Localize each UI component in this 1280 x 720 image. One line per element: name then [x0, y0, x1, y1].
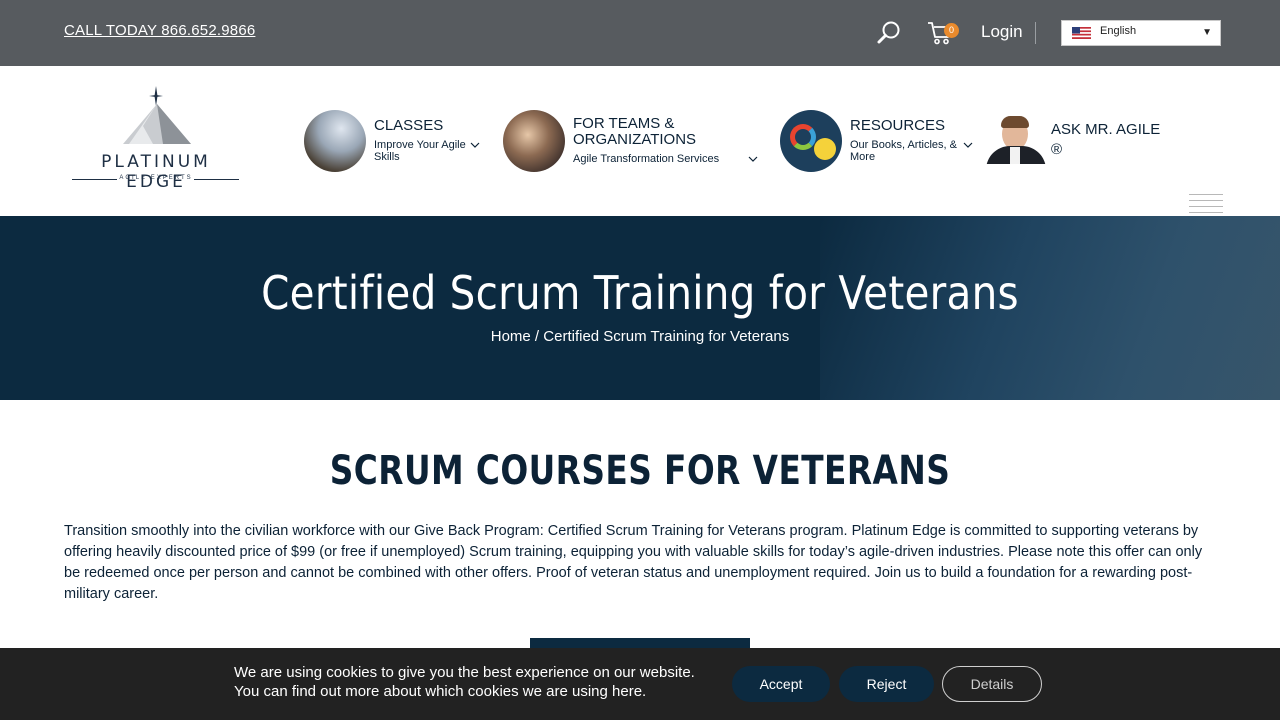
mr-agile-photo	[986, 114, 1046, 164]
login-link[interactable]: Login	[981, 22, 1023, 42]
hero-banner: Certified Scrum Training for Veterans Ho…	[0, 216, 1280, 400]
language-label: English	[1100, 25, 1137, 37]
top-bar: CALL TODAY 866.652.9866 0 Login English …	[0, 0, 1280, 66]
intro-paragraph: Transition smoothly into the civilian wo…	[64, 523, 1203, 602]
nav-classes[interactable]: CLASSES Improve Your Agile Skills	[304, 110, 494, 174]
search-icon[interactable]	[876, 20, 902, 46]
nav-resources[interactable]: RESOURCES Our Books, Articles, & More	[780, 110, 980, 174]
nav-teams-subtitle: Agile Transformation Services	[573, 153, 720, 165]
cookie-line-2: You can find out more about which cookie…	[234, 682, 695, 701]
chevron-down-icon[interactable]	[470, 140, 480, 150]
cookie-details-button[interactable]: Details	[942, 666, 1042, 702]
nav-classes-subtitle: Improve Your Agile Skills	[374, 139, 466, 163]
nav-teams-title: FOR TEAMS & ORGANIZATIONS	[573, 115, 697, 148]
us-flag-icon	[1072, 27, 1091, 39]
divider	[1035, 22, 1036, 44]
chevron-down-icon[interactable]	[963, 140, 973, 150]
nav-ask-mr-agile-title: ASK MR. AGILE ®	[1051, 121, 1161, 158]
chevron-down-icon[interactable]	[748, 154, 758, 164]
breadcrumb-current: Certified Scrum Training for Veterans	[543, 328, 790, 345]
main-header: PLATINUM EDGE AGILE EXPERTS CLASSES Impr…	[0, 66, 1280, 216]
language-select[interactable]: English ▼	[1061, 20, 1221, 46]
menu-hamburger-icon[interactable]	[1189, 194, 1223, 214]
nav-classes-title: CLASSES	[374, 117, 444, 134]
call-phone-link[interactable]: CALL TODAY 866.652.9866	[64, 22, 255, 39]
nav-resources-subtitle: Our Books, Articles, & More	[850, 139, 957, 163]
cookie-line-2-text: You can find out more about which cookie…	[234, 683, 613, 700]
breadcrumb: Home / Certified Scrum Training for Vete…	[0, 328, 1280, 345]
logo[interactable]: PLATINUM EDGE AGILE EXPERTS	[64, 86, 246, 192]
logo-rule-right	[194, 179, 239, 180]
section-heading: SCRUM COURSES FOR VETERANS	[329, 448, 951, 494]
nav-resources-title: RESOURCES	[850, 117, 946, 134]
cookie-line-2-end: .	[642, 683, 647, 700]
breadcrumb-home-link[interactable]: Home	[491, 328, 531, 345]
breadcrumb-separator: /	[530, 328, 544, 345]
cookie-here-link[interactable]: here	[612, 683, 642, 700]
nav-ask-mr-agile[interactable]: ASK MR. AGILE ®	[984, 110, 1164, 174]
logo-name: PLATINUM EDGE	[101, 152, 211, 192]
cookie-line-1: We are using cookies to give you the bes…	[234, 664, 695, 681]
accept-cookies-button[interactable]: Accept	[732, 666, 830, 702]
page-title: Certified Scrum Training for Veterans	[261, 266, 1019, 320]
logo-tagline: AGILE EXPERTS	[119, 175, 193, 181]
reject-cookies-button[interactable]: Reject	[839, 666, 934, 702]
cookie-message: We are using cookies to give you the bes…	[234, 663, 695, 701]
classes-thumbnail	[304, 110, 366, 172]
resources-thumbnail	[780, 110, 842, 172]
nav-teams[interactable]: FOR TEAMS & ORGANIZATIONS Agile Transfor…	[503, 110, 763, 174]
cookie-banner: We are using cookies to give you the bes…	[0, 648, 1280, 720]
logo-mountain-icon	[123, 86, 191, 144]
dropdown-arrow-icon: ▼	[1202, 27, 1212, 38]
cart-count-badge: 0	[944, 23, 959, 38]
teams-thumbnail	[503, 110, 565, 172]
